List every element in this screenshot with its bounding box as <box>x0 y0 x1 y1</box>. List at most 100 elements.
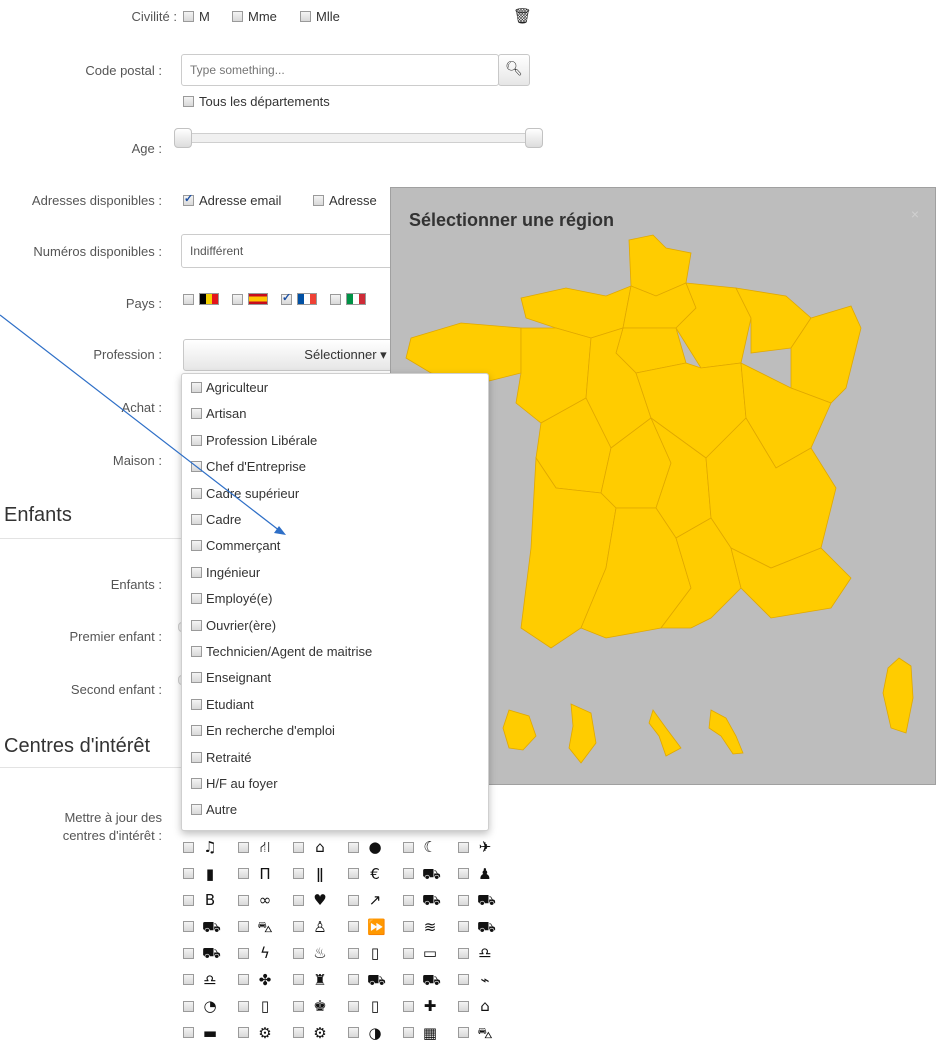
profession-option-checkbox[interactable] <box>191 566 202 578</box>
pays-checkbox[interactable] <box>183 293 194 305</box>
interest-option[interactable]: ⌁ <box>458 972 493 988</box>
interest-checkbox[interactable] <box>458 1000 469 1012</box>
profession-option-checkbox[interactable] <box>191 382 202 393</box>
code-postal-search-button[interactable]: 🔍︎ <box>498 54 530 86</box>
interest-option[interactable]: ▯ <box>348 998 383 1014</box>
interest-checkbox[interactable] <box>293 894 304 906</box>
interest-checkbox[interactable] <box>348 894 359 906</box>
profession-option-checkbox[interactable] <box>191 434 202 446</box>
all-departments-option[interactable]: Tous les départements <box>183 94 330 109</box>
interest-checkbox[interactable] <box>238 841 249 853</box>
interest-option[interactable]: ⛍ <box>458 1025 493 1041</box>
interest-option[interactable]: ⚙ <box>293 1025 328 1041</box>
interest-option[interactable]: ☾ <box>403 839 438 855</box>
interest-checkbox[interactable] <box>238 1027 249 1038</box>
interest-checkbox[interactable] <box>458 947 469 959</box>
interest-checkbox[interactable] <box>403 841 414 853</box>
age-slider-max-handle[interactable] <box>525 128 543 148</box>
interest-option[interactable]: ⌂ <box>458 998 493 1014</box>
interest-option[interactable]: ▦ <box>403 1025 438 1041</box>
all-departments-checkbox[interactable] <box>183 96 194 107</box>
interest-option[interactable]: ϟ <box>238 945 273 961</box>
interest-option[interactable]: ♚ <box>293 998 328 1014</box>
interest-checkbox[interactable] <box>238 868 249 879</box>
interest-option[interactable]: ✤ <box>238 972 273 988</box>
interest-option[interactable]: ♟ <box>458 866 493 882</box>
interest-checkbox[interactable] <box>348 974 359 985</box>
interest-option[interactable]: ▭ <box>403 945 438 961</box>
profession-option[interactable]: En recherche d'emploi <box>191 723 335 738</box>
interest-option[interactable]: ⛟ <box>458 892 496 908</box>
interest-option[interactable]: ⛍ <box>238 919 273 935</box>
pays-option-spain[interactable] <box>232 293 268 305</box>
interest-checkbox[interactable] <box>183 894 194 906</box>
code-postal-input[interactable] <box>181 54 499 86</box>
interest-checkbox[interactable] <box>293 1027 304 1038</box>
interest-checkbox[interactable] <box>458 894 469 906</box>
profession-option[interactable]: Enseignant <box>191 670 271 685</box>
profession-option-checkbox[interactable] <box>191 408 202 420</box>
interest-checkbox[interactable] <box>348 1000 359 1012</box>
interest-option[interactable]: ♎ <box>458 945 493 961</box>
interest-option[interactable]: ⛙ <box>238 839 273 855</box>
profession-option[interactable]: Cadre <box>191 512 241 527</box>
interest-option[interactable]: ◑ <box>348 1025 383 1041</box>
interest-option[interactable]: ⏩ <box>348 919 386 935</box>
interest-checkbox[interactable] <box>403 894 414 906</box>
interest-option[interactable]: ▯ <box>238 998 273 1014</box>
interest-checkbox[interactable] <box>348 868 359 879</box>
interest-checkbox[interactable] <box>348 1027 359 1038</box>
civilite-m-checkbox[interactable] <box>183 11 194 22</box>
interest-checkbox[interactable] <box>403 947 414 959</box>
interest-option[interactable]: ≋ <box>403 919 438 935</box>
interest-option[interactable]: ⛟ <box>348 972 386 988</box>
profession-option-checkbox[interactable] <box>191 672 202 684</box>
interest-checkbox[interactable] <box>403 921 414 932</box>
profession-option-checkbox[interactable] <box>191 514 202 525</box>
interest-option[interactable]: ✈ <box>458 839 493 855</box>
profession-option-checkbox[interactable] <box>191 751 202 763</box>
profession-option[interactable]: Profession Libérale <box>191 433 317 448</box>
interest-option[interactable]: ⛟ <box>458 919 496 935</box>
profession-option[interactable]: Artisan <box>191 406 246 421</box>
interest-option[interactable]: B <box>183 892 218 908</box>
interest-checkbox[interactable] <box>403 1000 414 1012</box>
interest-option[interactable]: Π <box>238 866 273 882</box>
interest-checkbox[interactable] <box>348 947 359 959</box>
pays-option-belgium[interactable] <box>183 293 219 305</box>
adresse-postale-option[interactable]: Adresse <box>313 193 377 208</box>
profession-option[interactable]: H/F au foyer <box>191 776 278 791</box>
interest-checkbox[interactable] <box>238 894 249 906</box>
profession-option[interactable]: Ouvrier(ère) <box>191 618 276 633</box>
profession-option-checkbox[interactable] <box>191 646 202 657</box>
interest-option[interactable]: ⛟ <box>403 866 441 882</box>
interest-checkbox[interactable] <box>348 841 359 853</box>
adresse-email-checkbox[interactable] <box>183 192 194 206</box>
interest-checkbox[interactable] <box>293 841 304 853</box>
age-slider-min-handle[interactable] <box>174 128 192 148</box>
interest-option[interactable]: ∞ <box>238 892 273 908</box>
interest-option[interactable]: ✚ <box>403 998 438 1014</box>
interest-option[interactable]: ● <box>348 839 383 855</box>
interest-option[interactable]: ▯ <box>348 945 383 961</box>
profession-option[interactable]: Cadre supérieur <box>191 486 299 501</box>
pays-checkbox[interactable] <box>232 293 243 305</box>
interest-checkbox[interactable] <box>293 868 304 879</box>
interest-option[interactable]: ♫ <box>183 839 218 855</box>
profession-option[interactable]: Autre <box>191 802 237 817</box>
pays-checkbox[interactable] <box>281 291 292 305</box>
interest-checkbox[interactable] <box>403 1027 414 1038</box>
profession-option-checkbox[interactable] <box>191 619 202 631</box>
profession-option[interactable]: Agriculteur <box>191 380 268 395</box>
interest-checkbox[interactable] <box>183 1027 194 1038</box>
interest-checkbox[interactable] <box>183 868 194 879</box>
interest-option[interactable]: ♨ <box>293 945 328 961</box>
interest-option[interactable]: ⛟ <box>183 945 221 961</box>
interest-checkbox[interactable] <box>458 921 469 932</box>
trash-icon[interactable]: 🗑 <box>513 7 532 25</box>
interest-checkbox[interactable] <box>403 868 414 879</box>
interest-checkbox[interactable] <box>293 1000 304 1012</box>
profession-option[interactable]: Chef d'Entreprise <box>191 459 306 474</box>
interest-checkbox[interactable] <box>458 974 469 985</box>
interest-option[interactable]: € <box>348 866 383 882</box>
